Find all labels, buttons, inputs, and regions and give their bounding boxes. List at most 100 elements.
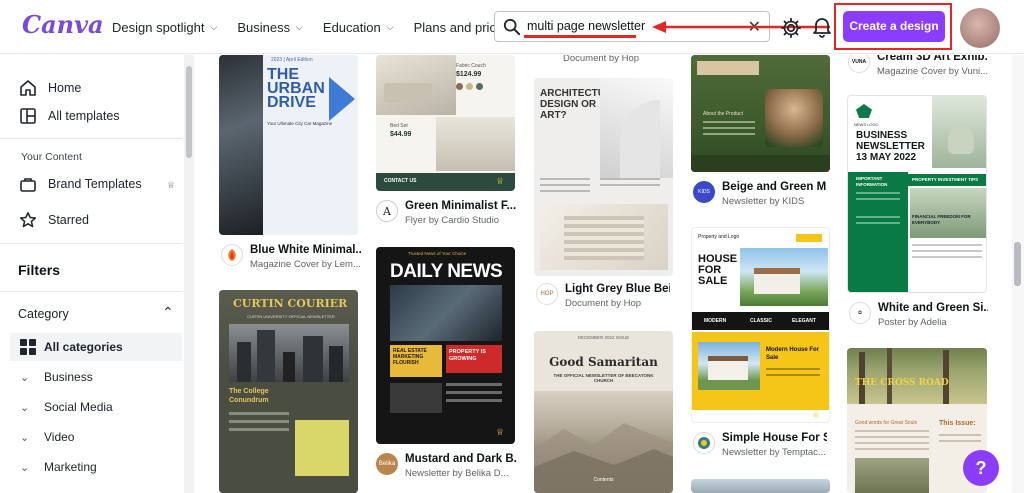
sidebar-item-label: Home: [48, 81, 82, 95]
sidebar-item-home[interactable]: Home: [18, 78, 81, 98]
chevron-down-icon: ⌄: [20, 401, 30, 414]
card-text: 2023 | April Edition: [271, 57, 313, 63]
help-button[interactable]: ?: [963, 450, 999, 486]
template-caption[interactable]: Belika Mustard and Dark B... Newsletter b…: [376, 453, 517, 479]
template-caption[interactable]: ✿ White and Green Si... Poster by Adelia: [849, 302, 988, 328]
card-line: NEWSLETTER: [856, 141, 925, 152]
nav-education[interactable]: Education ⌵: [323, 20, 394, 35]
card-line: 13 MAY 2022: [856, 152, 917, 163]
sidebar-divider: [0, 291, 182, 292]
card-text: Property and Logo: [698, 234, 740, 240]
author-logo: Belika: [376, 453, 398, 475]
template-title: Cream 3D Art Exhib...: [877, 55, 987, 63]
card-text: NEWS LOGO: [854, 122, 879, 127]
template-caption[interactable]: Blue White Minimal... Magazine Cover by L…: [221, 244, 362, 270]
template-caption[interactable]: Document by Hop: [563, 55, 639, 64]
gear-icon[interactable]: [780, 17, 802, 39]
template-card[interactable]: NEWS LOGO BUSINESS NEWSLETTER 13 MAY 202…: [847, 95, 987, 293]
card-text: HOUSE FOR SALE: [698, 254, 737, 287]
category-video[interactable]: ⌄ Video: [10, 423, 182, 451]
template-card[interactable]: About the Product: [691, 55, 830, 172]
template-author: Newsletter by Belika D...: [405, 468, 509, 479]
template-caption[interactable]: KIDS Beige and Green M... Newsletter by K…: [693, 181, 827, 207]
template-caption[interactable]: A Green Minimalist F... Flyer by Cardio S…: [376, 200, 517, 226]
card-text: $124.99: [456, 71, 482, 78]
category-label: Business: [44, 370, 93, 384]
template-card[interactable]: Property and Logo HOUSE FOR SALE MODERN …: [691, 227, 830, 423]
template-card[interactable]: DECEMBER 2022 ISSUE Good Samaritan THE O…: [534, 331, 673, 493]
nav-label: Design spotlight: [112, 19, 205, 35]
nav-design-spotlight[interactable]: Design spotlight ⌵: [112, 20, 217, 35]
template-caption[interactable]: VUNA Cream 3D Art Exhib... Magazine Cover…: [848, 55, 988, 77]
card-text: THE OFFICIAL NEWSLETTER OF BEECATONK CHU…: [553, 373, 654, 383]
create-design-button[interactable]: Create a design: [843, 11, 945, 42]
category-business[interactable]: ⌄ Business: [10, 363, 182, 391]
card-text: DECEMBER 2022 ISSUE: [577, 335, 630, 340]
author-logo: VUNA: [848, 55, 870, 73]
card-text: Modern House For Sale: [766, 347, 820, 361]
author-logo: A: [376, 200, 398, 222]
card-text: Fabric Couch: [456, 63, 486, 69]
card-text: Good words for Great Souls: [855, 420, 917, 426]
sidebar: Home All templates Your Content Brand Te…: [0, 55, 194, 493]
bell-icon[interactable]: [812, 16, 832, 38]
template-title: Green Minimalist F...: [405, 200, 517, 212]
category-heading[interactable]: Category: [18, 307, 69, 321]
brand-icon: [18, 174, 38, 194]
sidebar-item-label: Brand Templates: [48, 177, 142, 191]
template-card[interactable]: CURTIN COURIER CURTIN UNIVERSITY OFFICIA…: [219, 290, 358, 493]
author-logo: ✿: [849, 302, 871, 324]
nav-label: Business: [237, 19, 291, 35]
sidebar-scroll-thumb[interactable]: [186, 66, 192, 158]
template-card[interactable]: Fabric Couch $124.99 Bed Set $44.99 CONT…: [376, 55, 515, 191]
sidebar-item-all-templates[interactable]: All templates: [18, 106, 120, 126]
card-text: About the Product: [703, 111, 744, 117]
home-icon: [18, 78, 38, 98]
template-card[interactable]: ARCHITECTURE, DESIGN OR ART?: [534, 78, 673, 276]
sidebar-item-starred[interactable]: Starred: [18, 210, 89, 230]
author-logo: [693, 432, 715, 454]
crown-icon: ♕: [496, 176, 505, 186]
crown-icon: ♕: [812, 410, 821, 420]
chevron-up-icon[interactable]: ⌃: [162, 304, 174, 321]
template-card[interactable]: [691, 479, 830, 493]
card-text: CURTIN UNIVERSITY OFFICIAL NEWSLETTER: [247, 314, 335, 319]
template-author: Flyer by Cardio Studio: [405, 215, 499, 226]
card-text: FINANCIAL FREEDOM FOR EVERYBODY: [912, 214, 971, 225]
category-label: Marketing: [44, 460, 97, 474]
card-text: REAL ESTATE MARKETING FLOURISH: [393, 348, 427, 366]
search-value[interactable]: multi page newsletter: [527, 19, 645, 33]
chevron-down-icon: ⌵: [296, 21, 303, 32]
category-label: All categories: [44, 340, 123, 354]
card-text: Good Samaritan: [549, 355, 658, 369]
card-text: CONTACT US: [384, 178, 417, 184]
category-marketing[interactable]: ⌄ Marketing: [10, 453, 182, 481]
nav-business[interactable]: Business ⌵: [237, 20, 303, 35]
card-line: DRIVE: [267, 94, 316, 111]
category-all[interactable]: All categories: [10, 333, 182, 361]
template-author: Newsletter by KIDS: [722, 196, 805, 207]
template-card[interactable]: Trusted News of Your Choice DAILY NEWS R…: [376, 247, 515, 444]
card-text: Contents: [593, 477, 614, 483]
avatar[interactable]: [960, 8, 1000, 48]
search-icon: [503, 18, 521, 36]
card-text: BUSINESS NEWSLETTER 13 MAY 2022: [856, 130, 925, 163]
template-card[interactable]: 2023 | April Edition THE URBAN DRIVE You…: [219, 55, 358, 235]
main-scroll-thumb[interactable]: [1014, 242, 1021, 286]
sidebar-item-brand-templates[interactable]: Brand Templates: [18, 174, 142, 194]
templates-icon: [18, 106, 38, 126]
template-title: Blue White Minimal...: [250, 244, 362, 256]
category-social-media[interactable]: ⌄ Social Media: [10, 393, 182, 421]
template-caption[interactable]: Simple House For S... Newsletter by Tempt…: [693, 432, 827, 458]
main-nav: Design spotlight ⌵ Business ⌵ Education ⌵ P…: [112, 0, 546, 54]
template-title: Simple House For S...: [722, 432, 827, 444]
your-content-heading: Your Content: [21, 151, 82, 163]
template-author: Document by Hop: [565, 298, 642, 309]
template-caption[interactable]: HOP Light Grey Blue Bei... Document by Ho…: [536, 283, 670, 309]
annotation-underline: [524, 35, 636, 38]
chevron-down-icon: ⌄: [20, 371, 30, 384]
canva-logo[interactable]: Canva: [22, 10, 104, 39]
crown-icon: ♕: [496, 427, 505, 437]
template-title: Light Grey Blue Bei...: [565, 283, 670, 295]
card-text: Your Ultimate City Car Magazine: [267, 121, 333, 126]
